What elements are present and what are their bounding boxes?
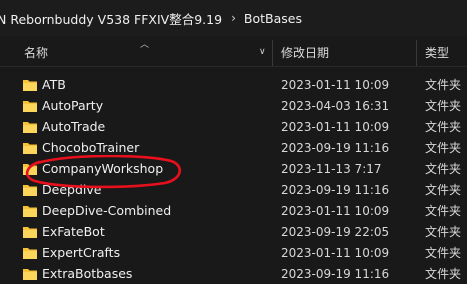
list-item[interactable]: Deepdive 2023-09-19 11:16 文件夹: [0, 180, 467, 200]
file-date: 2023-01-11 10:09: [281, 120, 390, 134]
file-type: 文件夹: [425, 120, 462, 134]
file-date: 2023-09-19 11:16: [281, 267, 390, 281]
folder-icon: [23, 185, 37, 196]
file-date: 2023-01-11 10:09: [281, 204, 390, 218]
list-item[interactable]: AutoParty 2023-04-03 16:31 文件夹: [0, 96, 467, 116]
column-header-date-modified[interactable]: 修改日期: [281, 40, 329, 66]
folder-icon: [23, 80, 37, 91]
folder-icon: [23, 101, 37, 112]
folder-icon: [23, 227, 37, 238]
folder-icon: [23, 269, 37, 280]
file-type: 文件夹: [425, 183, 462, 197]
file-name: AutoParty: [42, 98, 104, 113]
folder-icon: [23, 248, 37, 259]
folder-icon: [23, 122, 37, 133]
file-type: 文件夹: [425, 246, 462, 260]
file-type: 文件夹: [425, 162, 462, 176]
column-divider[interactable]: [416, 40, 417, 66]
breadcrumb-item-rebornbuddy[interactable]: N Rebornbuddy V538 FFXIV整合9.19: [0, 9, 222, 28]
file-type: 文件夹: [425, 225, 462, 239]
file-name: ExpertCrafts: [42, 245, 121, 260]
file-name: AutoTrade: [42, 119, 106, 134]
file-type: 文件夹: [425, 204, 462, 218]
column-header-row: 名称 ︿ ∨ 修改日期 类型: [0, 40, 467, 67]
file-type: 文件夹: [425, 99, 462, 113]
file-date: 2023-11-13 7:17: [281, 162, 382, 176]
breadcrumb-item-botbases[interactable]: BotBases: [244, 11, 302, 26]
list-item[interactable]: ExtraBotbases 2023-09-19 11:16 文件夹: [0, 264, 467, 284]
column-header-type[interactable]: 类型: [425, 40, 449, 66]
file-name: DeepDive-Combined: [42, 203, 172, 218]
folder-icon: [23, 206, 37, 217]
file-date: 2023-01-11 10:09: [281, 246, 390, 260]
file-name: ExtraBotbases: [42, 266, 133, 281]
file-date: 2023-09-19 22:05: [281, 225, 390, 239]
file-date: 2023-01-11 10:09: [281, 78, 390, 92]
folder-icon: [23, 164, 37, 175]
breadcrumb-separator-icon[interactable]: ›: [231, 11, 236, 25]
chevron-down-icon[interactable]: ∨: [259, 47, 266, 57]
file-name: ExFateBot: [42, 224, 105, 239]
file-date: 2023-09-19 11:16: [281, 141, 390, 155]
file-name: ChocoboTrainer: [42, 140, 140, 155]
file-date: 2023-04-03 16:31: [281, 99, 390, 113]
list-item[interactable]: ExpertCrafts 2023-01-11 10:09 文件夹: [0, 243, 467, 263]
list-item[interactable]: CompanyWorkshop 2023-11-13 7:17 文件夹: [0, 159, 467, 179]
column-header-name[interactable]: 名称: [24, 40, 48, 66]
breadcrumb: N Rebornbuddy V538 FFXIV整合9.19 › BotBase…: [0, 0, 467, 36]
file-name: Deepdive: [42, 182, 102, 197]
list-item[interactable]: ChocoboTrainer 2023-09-19 11:16 文件夹: [0, 138, 467, 158]
sort-up-icon: ︿: [140, 40, 150, 50]
list-item[interactable]: AutoTrade 2023-01-11 10:09 文件夹: [0, 117, 467, 137]
file-type: 文件夹: [425, 78, 462, 92]
file-type: 文件夹: [425, 141, 462, 155]
file-type: 文件夹: [425, 267, 462, 281]
column-divider[interactable]: [272, 40, 273, 66]
list-item[interactable]: ExFateBot 2023-09-19 22:05 文件夹: [0, 222, 467, 242]
file-name: ATB: [42, 77, 66, 92]
file-name: CompanyWorkshop: [42, 161, 164, 176]
list-item[interactable]: ATB 2023-01-11 10:09 文件夹: [0, 75, 467, 95]
list-item[interactable]: DeepDive-Combined 2023-01-11 10:09 文件夹: [0, 201, 467, 221]
folder-icon: [23, 143, 37, 154]
file-date: 2023-09-19 11:16: [281, 183, 390, 197]
